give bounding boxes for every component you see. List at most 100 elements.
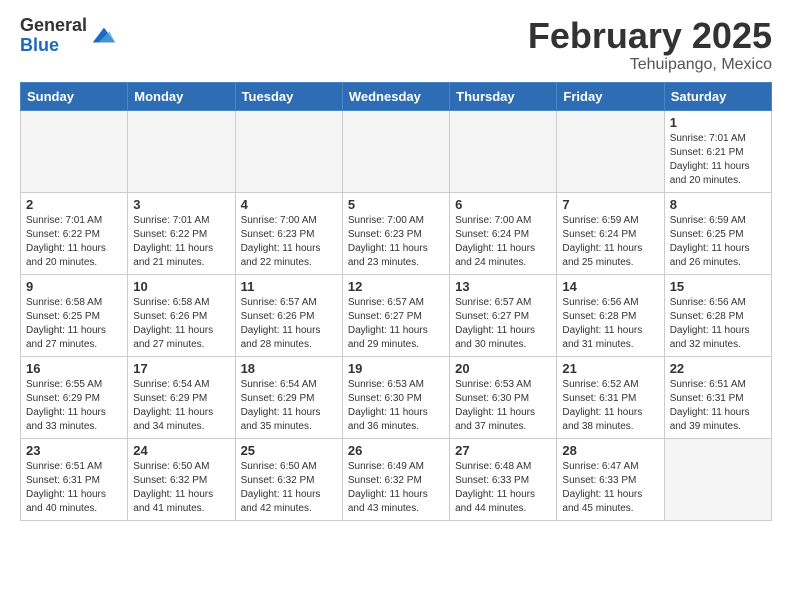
day-cell-25: 25 Sunrise: 6:50 AM Sunset: 6:32 PM Dayli… (235, 438, 342, 520)
week-row-5: 23 Sunrise: 6:51 AM Sunset: 6:31 PM Dayli… (21, 438, 772, 520)
day-info: Sunrise: 7:00 AM Sunset: 6:23 PM Dayligh… (241, 214, 337, 270)
day-cell-10: 10Sunrise: 6:58 AM Sunset: 6:26 PM Dayli… (128, 274, 235, 356)
day-cell-21: 21Sunrise: 6:52 AM Sunset: 6:31 PM Dayli… (557, 356, 664, 438)
day-number: 1 (670, 115, 766, 130)
day-cell-22: 22Sunrise: 6:51 AM Sunset: 6:31 PM Dayli… (664, 356, 771, 438)
day-number: 11 (241, 279, 337, 294)
day-header-thursday: Thursday (450, 82, 557, 110)
day-info: Sunrise: 6:57 AM Sunset: 6:26 PM Dayligh… (241, 296, 337, 352)
day-cell-8: 8 Sunrise: 6:59 AM Sunset: 6:25 PM Daylig… (664, 192, 771, 274)
day-cell-empty (450, 110, 557, 192)
day-info: Sunrise: 6:49 AM Sunset: 6:32 PM Dayligh… (348, 460, 444, 516)
week-row-1: 1 Sunrise: 7:01 AM Sunset: 6:21 PM Daylig… (21, 110, 772, 192)
day-number: 19 (348, 361, 444, 376)
day-number: 16 (26, 361, 122, 376)
day-info: Sunrise: 6:57 AM Sunset: 6:27 PM Dayligh… (455, 296, 551, 352)
day-cell-13: 13Sunrise: 6:57 AM Sunset: 6:27 PM Dayli… (450, 274, 557, 356)
day-cell-18: 18Sunrise: 6:54 AM Sunset: 6:29 PM Dayli… (235, 356, 342, 438)
day-number: 12 (348, 279, 444, 294)
day-cell-1: 1 Sunrise: 7:01 AM Sunset: 6:21 PM Daylig… (664, 110, 771, 192)
day-cell-empty (21, 110, 128, 192)
day-header-wednesday: Wednesday (342, 82, 449, 110)
day-header-row: SundayMondayTuesdayWednesdayThursdayFrid… (21, 82, 772, 110)
day-info: Sunrise: 6:52 AM Sunset: 6:31 PM Dayligh… (562, 378, 658, 434)
calendar-table: SundayMondayTuesdayWednesdayThursdayFrid… (20, 82, 772, 521)
day-cell-empty (235, 110, 342, 192)
day-number: 6 (455, 197, 551, 212)
day-info: Sunrise: 6:58 AM Sunset: 6:26 PM Dayligh… (133, 296, 229, 352)
week-row-3: 9 Sunrise: 6:58 AM Sunset: 6:25 PM Daylig… (21, 274, 772, 356)
day-info: Sunrise: 6:59 AM Sunset: 6:25 PM Dayligh… (670, 214, 766, 270)
day-cell-4: 4 Sunrise: 7:00 AM Sunset: 6:23 PM Daylig… (235, 192, 342, 274)
day-info: Sunrise: 6:51 AM Sunset: 6:31 PM Dayligh… (26, 460, 122, 516)
day-info: Sunrise: 6:55 AM Sunset: 6:29 PM Dayligh… (26, 378, 122, 434)
day-info: Sunrise: 6:53 AM Sunset: 6:30 PM Dayligh… (455, 378, 551, 434)
day-cell-27: 27 Sunrise: 6:48 AM Sunset: 6:33 PM Dayli… (450, 438, 557, 520)
page-header: General Blue February 2025 Tehuipango, M… (0, 0, 792, 82)
day-info: Sunrise: 6:50 AM Sunset: 6:32 PM Dayligh… (133, 460, 229, 516)
day-info: Sunrise: 6:53 AM Sunset: 6:30 PM Dayligh… (348, 378, 444, 434)
day-info: Sunrise: 7:01 AM Sunset: 6:21 PM Dayligh… (670, 132, 766, 188)
day-cell-empty (557, 110, 664, 192)
day-cell-19: 19 Sunrise: 6:53 AM Sunset: 6:30 PM Dayli… (342, 356, 449, 438)
day-number: 25 (241, 443, 337, 458)
day-cell-24: 24 Sunrise: 6:50 AM Sunset: 6:32 PM Dayli… (128, 438, 235, 520)
day-number: 28 (562, 443, 658, 458)
day-cell-15: 15Sunrise: 6:56 AM Sunset: 6:28 PM Dayli… (664, 274, 771, 356)
day-cell-empty (664, 438, 771, 520)
day-number: 9 (26, 279, 122, 294)
day-number: 18 (241, 361, 337, 376)
day-number: 14 (562, 279, 658, 294)
day-cell-16: 16 Sunrise: 6:55 AM Sunset: 6:29 PM Dayli… (21, 356, 128, 438)
logo-icon (89, 22, 117, 50)
day-cell-20: 20 Sunrise: 6:53 AM Sunset: 6:30 PM Dayli… (450, 356, 557, 438)
day-number: 20 (455, 361, 551, 376)
day-cell-empty (342, 110, 449, 192)
day-info: Sunrise: 6:50 AM Sunset: 6:32 PM Dayligh… (241, 460, 337, 516)
day-header-tuesday: Tuesday (235, 82, 342, 110)
day-info: Sunrise: 7:00 AM Sunset: 6:24 PM Dayligh… (455, 214, 551, 270)
day-number: 27 (455, 443, 551, 458)
day-info: Sunrise: 6:47 AM Sunset: 6:33 PM Dayligh… (562, 460, 658, 516)
week-row-2: 2 Sunrise: 7:01 AM Sunset: 6:22 PM Daylig… (21, 192, 772, 274)
week-row-4: 16 Sunrise: 6:55 AM Sunset: 6:29 PM Dayli… (21, 356, 772, 438)
day-cell-5: 5 Sunrise: 7:00 AM Sunset: 6:23 PM Daylig… (342, 192, 449, 274)
logo: General Blue (20, 16, 117, 56)
day-cell-3: 3 Sunrise: 7:01 AM Sunset: 6:22 PM Daylig… (128, 192, 235, 274)
day-number: 17 (133, 361, 229, 376)
day-header-sunday: Sunday (21, 82, 128, 110)
day-info: Sunrise: 6:56 AM Sunset: 6:28 PM Dayligh… (562, 296, 658, 352)
day-info: Sunrise: 6:48 AM Sunset: 6:33 PM Dayligh… (455, 460, 551, 516)
day-cell-empty (128, 110, 235, 192)
day-info: Sunrise: 6:57 AM Sunset: 6:27 PM Dayligh… (348, 296, 444, 352)
day-number: 3 (133, 197, 229, 212)
day-cell-26: 26 Sunrise: 6:49 AM Sunset: 6:32 PM Dayli… (342, 438, 449, 520)
day-info: Sunrise: 7:01 AM Sunset: 6:22 PM Dayligh… (133, 214, 229, 270)
day-number: 15 (670, 279, 766, 294)
day-header-friday: Friday (557, 82, 664, 110)
day-cell-23: 23 Sunrise: 6:51 AM Sunset: 6:31 PM Dayli… (21, 438, 128, 520)
month-title: February 2025 (528, 16, 772, 56)
calendar-container: SundayMondayTuesdayWednesdayThursdayFrid… (0, 82, 792, 531)
day-number: 23 (26, 443, 122, 458)
location: Tehuipango, Mexico (528, 56, 772, 74)
day-info: Sunrise: 6:58 AM Sunset: 6:25 PM Dayligh… (26, 296, 122, 352)
day-number: 7 (562, 197, 658, 212)
logo-general-text: General (20, 15, 87, 35)
day-number: 5 (348, 197, 444, 212)
day-number: 26 (348, 443, 444, 458)
day-cell-14: 14 Sunrise: 6:56 AM Sunset: 6:28 PM Dayli… (557, 274, 664, 356)
day-cell-2: 2Sunrise: 7:01 AM Sunset: 6:22 PM Daylig… (21, 192, 128, 274)
day-header-monday: Monday (128, 82, 235, 110)
title-block: February 2025 Tehuipango, Mexico (528, 16, 772, 74)
calendar-body: 1 Sunrise: 7:01 AM Sunset: 6:21 PM Daylig… (21, 110, 772, 520)
day-number: 24 (133, 443, 229, 458)
day-number: 2 (26, 197, 122, 212)
day-info: Sunrise: 6:51 AM Sunset: 6:31 PM Dayligh… (670, 378, 766, 434)
day-cell-28: 28 Sunrise: 6:47 AM Sunset: 6:33 PM Dayli… (557, 438, 664, 520)
day-cell-17: 17Sunrise: 6:54 AM Sunset: 6:29 PM Dayli… (128, 356, 235, 438)
day-number: 4 (241, 197, 337, 212)
day-number: 8 (670, 197, 766, 212)
day-info: Sunrise: 7:00 AM Sunset: 6:23 PM Dayligh… (348, 214, 444, 270)
logo-blue-text: Blue (20, 35, 59, 55)
